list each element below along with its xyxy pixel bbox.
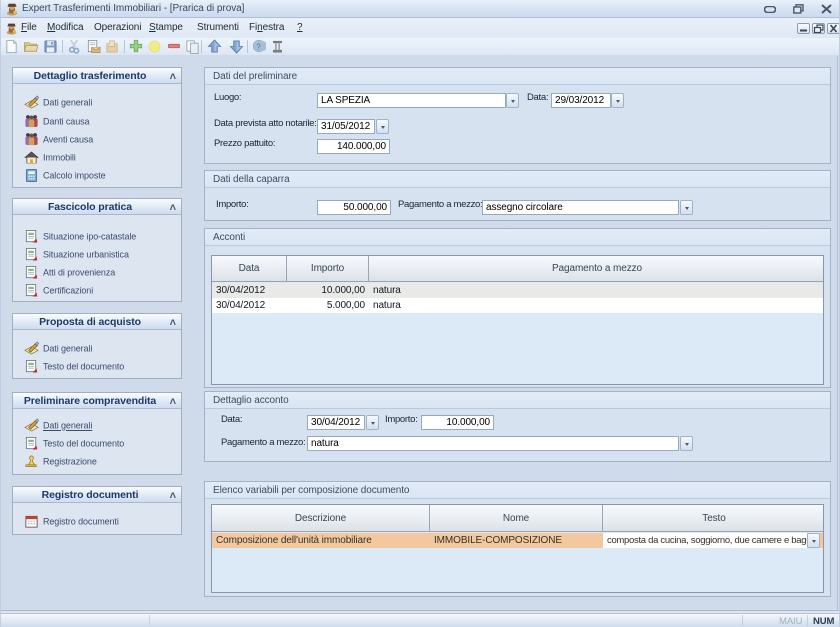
svg-text:?: ? [256, 43, 261, 52]
